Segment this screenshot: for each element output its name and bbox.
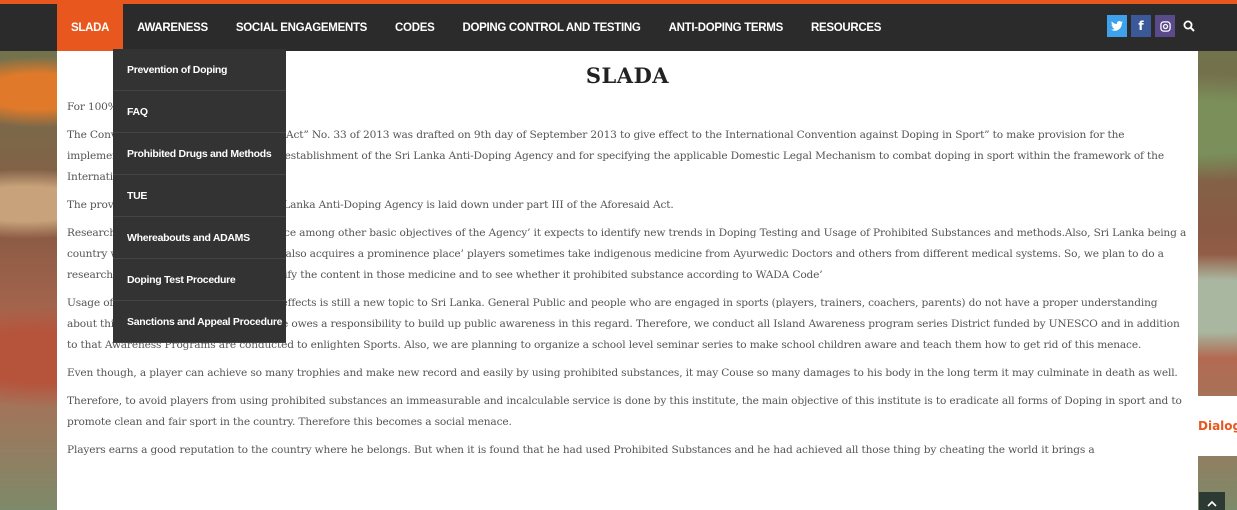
chevron-up-icon — [1207, 497, 1217, 510]
menu-item-sanctions-appeal[interactable]: Sanctions and Appeal Procedure — [113, 301, 286, 343]
nav-item-resources[interactable]: RESOURCES — [797, 3, 895, 52]
paragraph: Players earns a good reputation to the c… — [67, 444, 1095, 456]
paragraph: Therefore, to avoid players from using p… — [67, 395, 1182, 428]
nav-item-anti-doping-terms[interactable]: ANTI-DOPING TERMS — [655, 3, 797, 52]
social-links: f — [1107, 15, 1199, 37]
facebook-icon[interactable]: f — [1131, 15, 1151, 37]
awareness-dropdown-menu: Prevention of Doping FAQ Prohibited Drug… — [113, 49, 286, 343]
nav-item-social-engagements[interactable]: SOCIAL ENGAGEMENTS — [222, 3, 381, 52]
sponsor-logo-text: Dialog — [1198, 419, 1237, 433]
search-icon[interactable] — [1179, 15, 1199, 37]
nav-item-awareness[interactable]: AWARENESS — [123, 3, 222, 52]
menu-item-whereabouts-adams[interactable]: Whereabouts and ADAMS — [113, 217, 286, 259]
menu-item-faq[interactable]: FAQ — [113, 91, 286, 133]
menu-item-tue[interactable]: TUE — [113, 175, 286, 217]
paragraph: Even though, a player can achieve so man… — [67, 367, 1178, 379]
nav-item-codes[interactable]: CODES — [381, 3, 448, 52]
menu-item-prohibited-drugs[interactable]: Prohibited Drugs and Methods — [113, 133, 286, 175]
instagram-icon[interactable] — [1155, 15, 1175, 37]
sponsor-logo: Dialog — [1198, 396, 1237, 456]
nav-item-doping-control[interactable]: DOPING CONTROL AND TESTING — [448, 3, 654, 52]
nav-item-slada[interactable]: SLADA — [57, 2, 124, 53]
nav-menu: SLADA AWARENESS SOCIAL ENGAGEMENTS CODES… — [57, 2, 895, 53]
menu-item-doping-test-procedure[interactable]: Doping Test Procedure — [113, 259, 286, 301]
menu-item-prevention-of-doping[interactable]: Prevention of Doping — [113, 49, 286, 91]
scroll-to-top-button[interactable] — [1199, 492, 1225, 510]
twitter-icon[interactable] — [1107, 15, 1127, 37]
main-navbar: SLADA AWARENESS SOCIAL ENGAGEMENTS CODES… — [0, 2, 1237, 53]
